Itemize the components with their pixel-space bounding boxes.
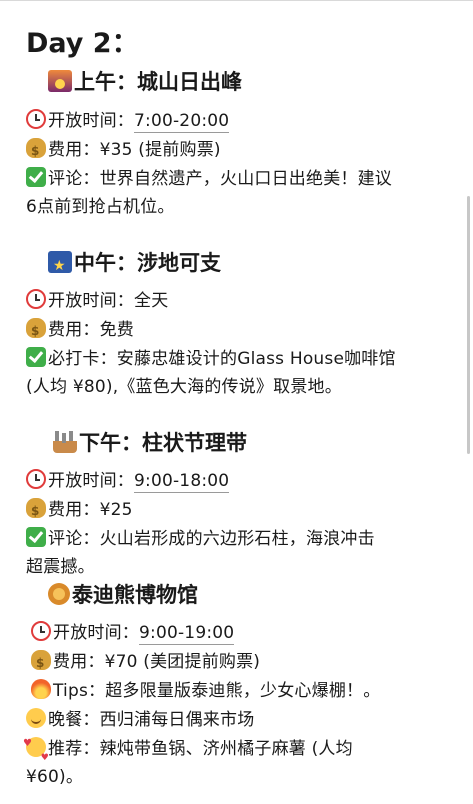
fee-row: 费用：¥35 (提前购票) bbox=[26, 138, 221, 162]
review-row: 评论：火山岩形成的六边形石柱，海浪冲击 bbox=[26, 527, 375, 550]
review-row-continued: 超震撼。 bbox=[26, 557, 95, 577]
shooting-star-icon bbox=[48, 251, 72, 280]
fee-row: 费用：免费 bbox=[26, 318, 134, 342]
open-hours-value: 7:00-20:00 bbox=[134, 111, 230, 133]
alarm-clock-icon bbox=[31, 621, 51, 641]
must-visit-row-continued: (人均 ¥80),《蓝色大海的传说》取景地。 bbox=[26, 377, 342, 397]
alarm-clock-icon bbox=[26, 109, 46, 129]
recommend-row-continued: ¥60)。 bbox=[26, 767, 84, 787]
must-visit-row: 必打卡：安藤忠雄设计的Glass House咖啡馆 bbox=[26, 347, 396, 370]
dinner-row: 晚餐：西归浦每日偶来市场 bbox=[26, 708, 254, 731]
open-hours-row: 开放时间：7:00-20:00 bbox=[26, 109, 230, 133]
money-bag-icon bbox=[26, 498, 46, 522]
open-hours-value: 9:00-18:00 bbox=[134, 471, 230, 493]
scrollbar[interactable] bbox=[467, 196, 470, 454]
alarm-clock-icon bbox=[26, 469, 46, 489]
open-hours-row: 开放时间：全天 bbox=[26, 289, 168, 312]
sunrise-icon bbox=[48, 70, 72, 92]
check-mark-icon bbox=[26, 527, 46, 547]
money-bag-icon bbox=[26, 318, 46, 342]
lion-icon bbox=[48, 583, 70, 605]
top-divider bbox=[0, 0, 473, 1]
section-heading-museum: 泰迪熊博物馆 bbox=[48, 581, 198, 609]
open-hours-row: 开放时间：9:00-18:00 bbox=[26, 469, 230, 493]
fee-row: 费用：¥25 bbox=[26, 498, 133, 522]
money-bag-icon bbox=[26, 138, 46, 162]
check-mark-icon bbox=[26, 167, 46, 187]
recommend-row: 推荐：辣炖带鱼锅、济州橘子麻薯 (人均 bbox=[23, 733, 353, 769]
tips-row: Tips：超多限量版泰迪熊，少女心爆棚！。 bbox=[31, 679, 380, 702]
fee-row: 费用：¥70 (美团提前购票) bbox=[31, 650, 260, 674]
open-hours-value: 9:00-19:00 bbox=[139, 623, 235, 645]
smiling-face-icon bbox=[26, 708, 46, 728]
factory-icon bbox=[53, 431, 77, 453]
section-heading-afternoon: 下午：柱状节理带 bbox=[53, 429, 247, 457]
open-hours-row: 开放时间：9:00-19:00 bbox=[31, 621, 235, 645]
money-bag-icon bbox=[31, 650, 51, 674]
page-title: Day 2： bbox=[26, 28, 139, 59]
fire-icon bbox=[31, 679, 51, 699]
smiling-face-with-hearts-icon bbox=[23, 733, 49, 769]
alarm-clock-icon bbox=[26, 289, 46, 309]
section-heading-morning: 上午：城山日出峰 bbox=[48, 68, 242, 96]
review-row-continued: 6点前到抢占机位。 bbox=[26, 197, 175, 217]
section-heading-noon: 中午：涉地可支 bbox=[48, 249, 221, 280]
check-mark-icon bbox=[26, 347, 46, 367]
review-row: 评论：世界自然遗产，火山口日出绝美！建议 bbox=[26, 167, 392, 190]
